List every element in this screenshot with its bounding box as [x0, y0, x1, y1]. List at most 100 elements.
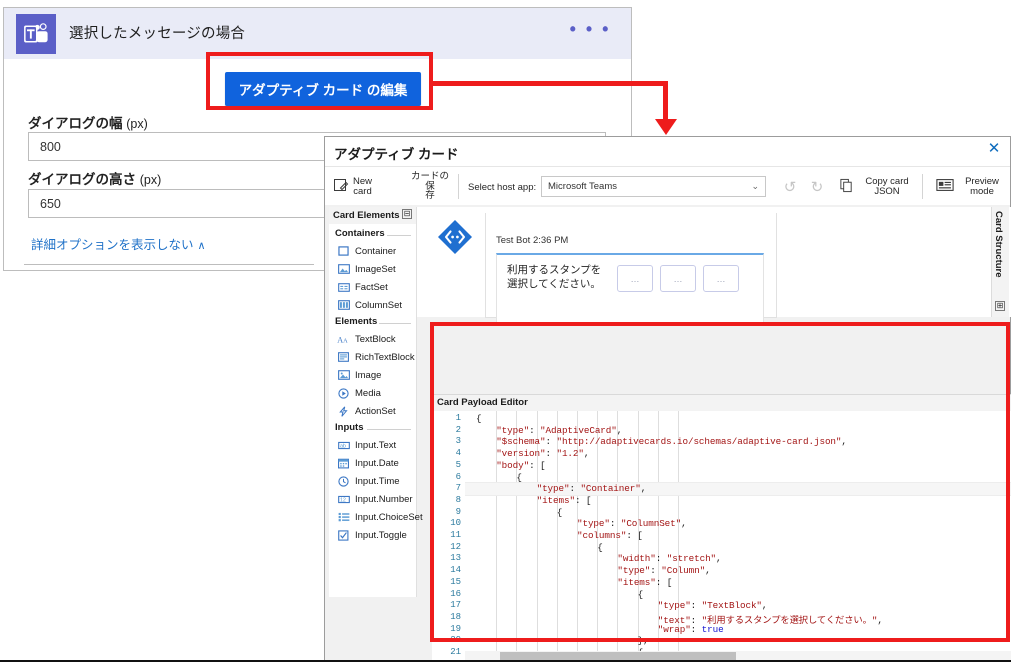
- code-line[interactable]: "columns": [: [465, 530, 643, 541]
- adaptive-card-render: 利用するスタンプを選択してください。 … … …: [496, 253, 764, 326]
- code-line[interactable]: "type": "Column",: [465, 565, 710, 576]
- line-number: 3: [455, 436, 461, 447]
- designer-title: アダプティブ カード: [334, 147, 459, 162]
- card-elements-title: Card Elements: [333, 210, 400, 221]
- card-structure-tab[interactable]: Card Structure ⊞: [991, 207, 1009, 317]
- code-editor-area[interactable]: 1234567891011121314151617181920212223242…: [432, 411, 1011, 661]
- host-app-value: Microsoft Teams: [548, 181, 617, 192]
- redo-button[interactable]: ↻: [806, 170, 828, 203]
- dialog-width-label-text: ダイアログの幅: [28, 116, 123, 131]
- code-line[interactable]: "type": "TextBlock",: [465, 600, 768, 611]
- code-line[interactable]: },: [465, 635, 649, 646]
- line-number: 14: [450, 565, 461, 576]
- toolbar-divider: [458, 174, 459, 199]
- close-icon[interactable]: ✕: [986, 141, 1002, 157]
- palette-item-input-date[interactable]: Input.Date: [329, 454, 416, 472]
- code-line[interactable]: {: [465, 542, 603, 553]
- palette-item-factset[interactable]: FactSet: [329, 278, 416, 296]
- expand-icon[interactable]: ⊞: [995, 301, 1005, 311]
- copy-json-icon-button[interactable]: [835, 170, 857, 203]
- page-bottom-rule: [0, 660, 1011, 662]
- undo-icon: ↺: [783, 178, 797, 196]
- flow-card-divider: [24, 264, 314, 265]
- palette-group-elements: Elements: [329, 315, 416, 330]
- new-card-button[interactable]: New card: [333, 170, 372, 203]
- code-line[interactable]: "wrap": true: [465, 624, 724, 635]
- group-divider: [387, 235, 411, 236]
- line-number: 1: [455, 413, 461, 423]
- overflow-menu-icon[interactable]: • • •: [570, 20, 611, 38]
- code-line[interactable]: {: [465, 472, 522, 483]
- chevron-up-icon: ∧: [197, 240, 206, 252]
- copy-card-json-button[interactable]: Copy card JSON: [859, 170, 915, 203]
- input-date-icon: [337, 458, 350, 469]
- palette-item-label: Input.Time: [355, 475, 400, 487]
- card-preview-area: Test Bot 2:36 PM 利用するスタンプを選択してください。 … … …: [417, 207, 1011, 326]
- code-lines[interactable]: {"type": "AdaptiveCard", "$schema": "http…: [465, 411, 1011, 661]
- palette-item-textblock[interactable]: AA TextBlock: [329, 330, 416, 348]
- palette-item-richtextblock[interactable]: RichTextBlock: [329, 348, 416, 366]
- palette-item-image[interactable]: Image: [329, 366, 416, 384]
- bot-message-card: Test Bot 2:36 PM 利用するスタンプを選択してください。 … … …: [485, 213, 777, 326]
- palette-item-container[interactable]: Container: [329, 242, 416, 260]
- line-number: 20: [450, 635, 461, 646]
- code-line[interactable]: "$schema": "http://adaptivecards.io/sche…: [465, 436, 847, 447]
- choice-button[interactable]: …: [660, 265, 696, 292]
- code-line[interactable]: "width": "stretch",: [465, 553, 721, 564]
- dialog-width-label: ダイアログの幅 (px): [28, 112, 148, 132]
- copy-card-json-label: Copy card JSON: [865, 175, 909, 197]
- code-line[interactable]: "type": "ColumnSet",: [465, 518, 687, 529]
- flow-card-title: 選択したメッセージの場合: [69, 26, 246, 42]
- palette-item-label: ActionSet: [355, 405, 396, 417]
- copy-icon: [839, 178, 854, 196]
- preview-mode-icon-button[interactable]: [932, 170, 958, 203]
- code-line[interactable]: {: [465, 589, 644, 600]
- svg-text:ab: ab: [339, 443, 345, 449]
- code-line[interactable]: "items": [: [465, 577, 672, 588]
- palette-item-label: Input.Text: [355, 439, 397, 451]
- dialog-width-unit: (px): [126, 117, 148, 131]
- hide-advanced-options-link[interactable]: 詳細オプションを表示しない ∧: [31, 234, 206, 253]
- editor-horizontal-scrollbar-thumb[interactable]: [500, 652, 736, 660]
- undo-button[interactable]: ↺: [779, 170, 801, 203]
- preview-mode-label: Preview mode: [965, 175, 999, 197]
- code-line[interactable]: {: [465, 413, 482, 424]
- palette-item-label: Input.Date: [355, 457, 399, 469]
- choice-button[interactable]: …: [617, 265, 653, 292]
- input-number-icon: 12: [337, 494, 350, 505]
- palette-item-input-toggle[interactable]: Input.Toggle: [329, 526, 416, 544]
- palette-item-input-number[interactable]: 12 Input.Number: [329, 490, 416, 508]
- annotation-box-edit-button: [206, 52, 433, 110]
- code-line[interactable]: "body": [: [465, 460, 545, 471]
- card-payload-editor: Card Payload Editor ⊟ 123456789101112131…: [432, 394, 1011, 661]
- save-card-button[interactable]: カードの保 存: [409, 170, 451, 203]
- palette-item-media[interactable]: Media: [329, 384, 416, 402]
- columnset-icon: [337, 300, 350, 311]
- code-line[interactable]: "version": "1.2",: [465, 448, 589, 459]
- preview-mode-button[interactable]: Preview mode: [959, 170, 1005, 203]
- card-structure-label: Card Structure: [993, 211, 1004, 278]
- code-line[interactable]: "type": "Container",: [465, 483, 647, 494]
- code-line[interactable]: "type": "AdaptiveCard",: [465, 425, 622, 436]
- code-line[interactable]: {: [465, 507, 563, 518]
- palette-item-actionset[interactable]: ActionSet: [329, 402, 416, 420]
- palette-item-label: Input.Toggle: [355, 529, 407, 541]
- palette-item-input-text[interactable]: ab Input.Text: [329, 436, 416, 454]
- palette-item-input-time[interactable]: Input.Time: [329, 472, 416, 490]
- choice-button[interactable]: …: [703, 265, 739, 292]
- host-app-select[interactable]: Microsoft Teams ⌄: [541, 176, 766, 197]
- hide-advanced-options-text: 詳細オプションを表示しない: [31, 238, 194, 252]
- palette-group-inputs: Inputs: [329, 421, 416, 436]
- redo-icon: ↻: [810, 178, 824, 196]
- image-icon: [337, 370, 350, 381]
- palette-item-columnset[interactable]: ColumnSet: [329, 296, 416, 314]
- code-line[interactable]: "items": [: [465, 495, 592, 506]
- line-number: 7: [455, 483, 461, 494]
- minimize-icon[interactable]: ⊟: [402, 209, 412, 219]
- palette-item-input-choiceset[interactable]: Input.ChoiceSet: [329, 508, 423, 526]
- preview-card-icon: [936, 178, 954, 195]
- palette-item-imageset[interactable]: ImageSet: [329, 260, 416, 278]
- palette-item-label: Input.Number: [355, 493, 413, 505]
- designer-toolbar: New card カードの保 存 Select host app: Micros…: [325, 166, 1010, 207]
- line-number: 19: [450, 623, 461, 634]
